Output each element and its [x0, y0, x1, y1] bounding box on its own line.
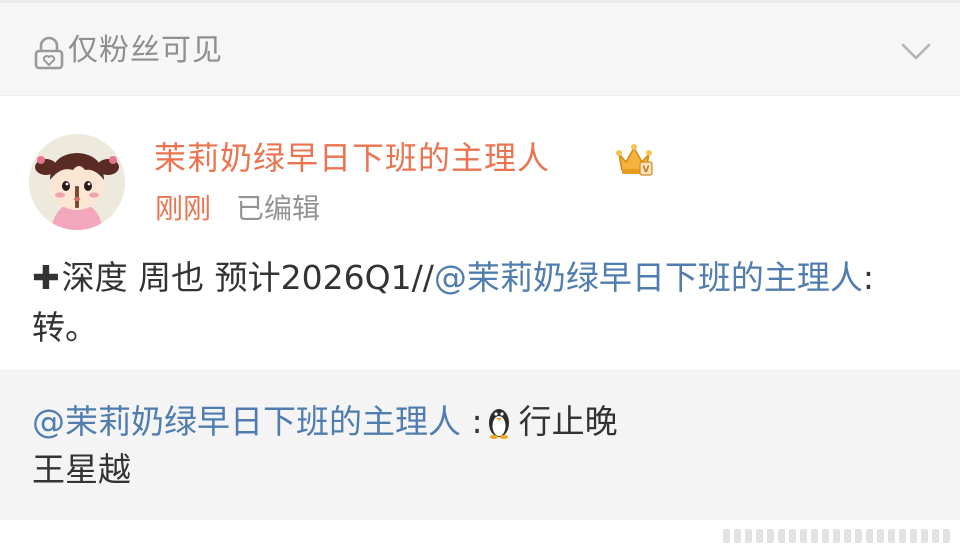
- retweet-separator: :: [461, 402, 483, 441]
- visibility-bar: 仅粉丝可见: [0, 0, 960, 96]
- author-name[interactable]: 茉莉奶绿早日下班的主理人: [154, 136, 550, 180]
- retweet-text: @茉莉奶绿早日下班的主理人 : 行止晚 王星越: [32, 398, 932, 494]
- post-time: 刚刚: [155, 192, 212, 225]
- edited-label: 已编辑: [236, 192, 321, 225]
- avatar[interactable]: [29, 134, 125, 230]
- bottom-band: [0, 520, 960, 547]
- plus-icon: ✚: [32, 258, 60, 297]
- visibility-label: 仅粉丝可见: [68, 33, 223, 68]
- lock-heart-icon: [34, 36, 64, 70]
- avatar-illustration: [29, 134, 125, 230]
- post-body: ✚深度 周也 预计2026Q1//@茉莉奶绿早日下班的主理人:转。: [32, 253, 932, 353]
- retweet-text-line2: 王星越: [32, 450, 131, 489]
- retweet-mention-link[interactable]: @茉莉奶绿早日下班的主理人: [32, 402, 461, 441]
- retweet-text-line1: 行止晚: [518, 402, 618, 441]
- penguin-icon: [488, 409, 509, 439]
- svg-text:V: V: [643, 165, 650, 175]
- retweet-box[interactable]: @茉莉奶绿早日下班的主理人 : 行止晚 王星越: [0, 370, 960, 521]
- chevron-down-icon[interactable]: [900, 41, 932, 63]
- crown-badge-icon[interactable]: V: [613, 140, 655, 178]
- post-mention-link[interactable]: @茉莉奶绿早日下班的主理人: [434, 258, 863, 297]
- post-text-prefix: 深度 周也 预计2026Q1//: [61, 258, 434, 297]
- watermark: [723, 529, 950, 543]
- weibo-post-page: 仅粉丝可见 茉莉奶绿早日下班的主理人 V 刚刚 已编辑 ✚深度 周也 预计202…: [0, 0, 960, 547]
